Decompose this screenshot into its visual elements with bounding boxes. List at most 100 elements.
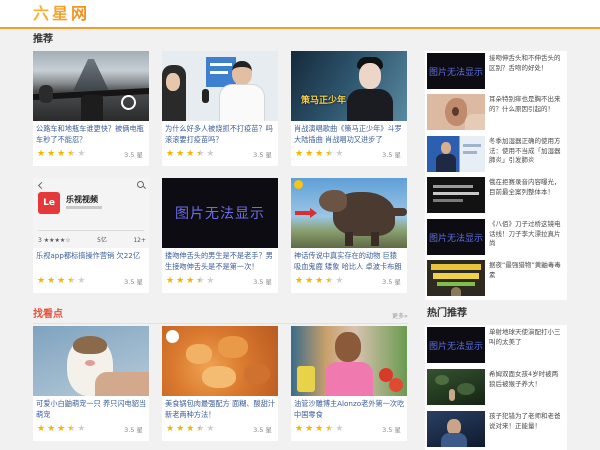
video-title-link[interactable]: 为什么好多人被烧抓不打疫苗？吗滚滚要打疫苗吗？ [165, 124, 276, 145]
sidebar-item-title[interactable]: 冬季加湿器正确的使用方法：使用不当成「加湿器肺炎」引发肺炎 [489, 137, 564, 171]
image-detail [457, 383, 475, 395]
star-icon: ★ [196, 276, 205, 286]
section-title-hot: 热门推荐 [427, 308, 467, 319]
sidebar-item-title[interactable]: 《八佰》刀子过桥这镜电话线！刀子李大漂拉真片尚 [489, 220, 564, 254]
sidebar-item-title[interactable]: 希姆双面女孩4岁时被两狼后被猴子养大！ [489, 370, 564, 404]
image-detail [220, 85, 264, 121]
image-detail [433, 199, 463, 202]
back-arrow-icon [37, 181, 46, 190]
video-thumbnail[interactable] [427, 94, 485, 130]
video-thumbnail[interactable] [162, 326, 278, 396]
sidebar-video-item[interactable]: 俄在拒赛录音内容曝光，目前最全案列整体本！ [427, 177, 565, 213]
app-logo: Le [38, 192, 60, 214]
rating-label: 3.5 星 [124, 278, 143, 286]
video-title-link[interactable]: 神话传说中真实存在的动物 巨猿 吸血鬼鹿 矮象 哈比人 卓波卡布朗 [294, 251, 405, 272]
star-icon: ★ [295, 149, 304, 159]
app-name: 乐视视频 [66, 195, 98, 204]
star-icon: ★ [305, 424, 314, 434]
sidebar-video-item[interactable]: 耳朵特别痒也是胸不出来的？什么原因引起的！ [427, 94, 565, 130]
video-thumbnail[interactable] [291, 178, 407, 248]
app-installs: 5亿 [97, 237, 107, 244]
video-thumbnail[interactable]: 图片无法显示 [162, 178, 278, 248]
image-detail [437, 282, 475, 286]
video-card[interactable]: 公路车和地瓶车谁更快？被俩电瓶车秒了不能忍？ ★ ★ ★ ★ ★ 3.5 星 [33, 51, 149, 166]
image-detail [449, 389, 455, 401]
video-card[interactable]: 策马正少年 肖战演唱歌曲《策马正少年》斗罗大陆插曲 肖战唱功又进步了 ★ ★ ★ ★ ★… [291, 51, 407, 166]
video-thumbnail[interactable] [427, 136, 485, 172]
more-link[interactable]: 更多» [392, 313, 408, 321]
video-thumbnail[interactable] [427, 177, 485, 213]
star-rating: ★ ★ ★ ★ ★ [166, 424, 216, 434]
image-detail [431, 264, 481, 270]
video-title-link[interactable]: 乐视app都标搞操作营销 欠22亿 [36, 251, 147, 272]
video-card[interactable]: Le 乐视视频 3 ★★★★☆ 5亿 12+ 乐视app都标搞操作营销 欠22亿… [33, 178, 149, 293]
star-icon: ★ [47, 424, 56, 434]
star-icon: ★ [335, 424, 344, 434]
sidebar-item-title[interactable]: 据夜“最强猎物”黄鼬毒毒素 [489, 261, 564, 295]
video-thumbnail[interactable]: 图片无法显示 [427, 53, 485, 89]
sidebar-video-item[interactable]: 希姆双面女孩4岁时被两狼后被猴子养大！ [427, 369, 565, 405]
star-icon: ★ [37, 276, 46, 286]
star-icon: ★ [166, 149, 175, 159]
video-thumbnail[interactable] [427, 369, 485, 405]
sidebar-video-item[interactable]: 图片无法显示 单射地球天使演配打小三叫的太美了 [427, 327, 565, 363]
video-thumbnail[interactable] [291, 326, 407, 396]
image-detail [39, 85, 53, 103]
video-title-link[interactable]: 搂吻伸舌头的男生是不是老手？男生接吻伸舌头是不是第一次！ [165, 251, 276, 272]
video-card[interactable]: 油管沙雕博主Alonzo老外第一次吃中国零食 ★ ★ ★ ★ ★ 3.5 星 [291, 326, 407, 441]
video-thumbnail[interactable] [33, 326, 149, 396]
video-card[interactable]: 神话传说中真实存在的动物 巨猿 吸血鬼鹿 矮象 哈比人 卓波卡布朗 ★ ★ ★ ★ ★ … [291, 178, 407, 293]
video-card[interactable]: 美食锅包肉最强配方 面糊、酸甜汁 新老两种方法！ ★ ★ ★ ★ ★ 3.5 星 [162, 326, 278, 441]
image-detail [463, 151, 477, 154]
image-detail [81, 95, 103, 121]
app-stats: 3 ★★★★☆ 5亿 12+ [38, 237, 146, 245]
sidebar-item-title[interactable]: 耳朵特别痒也是胸不出来的？什么原因引起的！ [489, 95, 564, 129]
arrow-head-icon [310, 208, 317, 218]
image-detail [463, 144, 481, 147]
star-icon: ★ [67, 424, 76, 434]
section-title-highlights: 找看点 [33, 309, 63, 320]
video-title-link[interactable]: 公路车和地瓶车谁更快？被俩电瓶车秒了不能忍？ [36, 124, 147, 145]
site-logo[interactable]: 六星网 [33, 5, 90, 23]
video-title-link[interactable]: 可爱小白鼬萌宠一只 养只闪电貂当萌宠 [36, 399, 147, 420]
video-thumbnail[interactable] [427, 411, 485, 447]
video-card[interactable]: 可爱小白鼬萌宠一只 养只闪电貂当萌宠 ★ ★ ★ ★ ★ 3.5 星 [33, 326, 149, 441]
sidebar-video-item[interactable]: 孩子犯错为了老师和老爸说对来！正能量！ [427, 411, 565, 447]
star-rating: ★ ★ ★ ★ ★ [37, 424, 87, 434]
sidebar-video-item[interactable]: 据夜“最强猎物”黄鼬毒毒素 [427, 260, 565, 296]
star-icon: ★ [37, 424, 46, 434]
star-rating: ★ ★ ★ ★ ★ [295, 276, 345, 286]
site-header: 六星网 [0, 0, 600, 29]
video-title-link[interactable]: 油管沙雕博主Alonzo老外第一次吃中国零食 [294, 399, 405, 420]
sidebar-item-title[interactable]: 单射地球天使演配打小三叫的太美了 [489, 328, 564, 362]
sidebar-video-item[interactable]: 图片无法显示 《八佰》刀子过桥这镜电话线！刀子李大漂拉真片尚 [427, 219, 565, 255]
video-title-link[interactable]: 美食锅包肉最强配方 面糊、酸甜汁 新老两种方法！ [165, 399, 276, 420]
sidebar-video-item[interactable]: 冬季加湿器正确的使用方法：使用不当成「加湿器肺炎」引发肺炎 [427, 136, 565, 172]
video-thumbnail[interactable]: 策马正少年 [291, 51, 407, 121]
image-detail [345, 232, 353, 246]
rating-label: 3.5 星 [124, 426, 143, 434]
image-detail [319, 190, 347, 212]
video-thumbnail[interactable]: Le 乐视视频 3 ★★★★☆ 5亿 12+ [33, 178, 149, 248]
sidebar-item-title[interactable]: 孩子犯错为了老师和老爸说对来！正能量！ [489, 412, 564, 446]
image-detail [433, 273, 479, 279]
video-card[interactable]: 图片无法显示 搂吻伸舌头的男生是不是老手？男生接吻伸舌头是不是第一次！ ★ ★ ★ ★… [162, 178, 278, 293]
video-thumbnail[interactable] [33, 51, 149, 121]
video-title-link[interactable]: 肖战演唱歌曲《策马正少年》斗罗大陆插曲 肖战唱功又进步了 [294, 124, 405, 145]
sidebar-video-item[interactable]: 图片无法显示 接吻伸舌头和不伸舌头的区别？舌吻的好处！ [427, 53, 565, 89]
channel-logo-icon [166, 330, 179, 343]
video-card[interactable]: 为什么好多人被烧抓不打疫苗？吗滚滚要打疫苗吗？ ★ ★ ★ ★ ★ 3.5 星 [162, 51, 278, 166]
star-icon: ★ [335, 149, 344, 159]
sidebar-item-title[interactable]: 接吻伸舌头和不伸舌头的区别？舌吻的好处！ [489, 54, 564, 88]
video-thumbnail[interactable]: 图片无法显示 [427, 327, 485, 363]
image-unavailable-text: 图片无法显示 [428, 341, 483, 352]
star-icon: ★ [186, 149, 195, 159]
video-thumbnail[interactable] [427, 260, 485, 296]
star-icon: ★ [335, 276, 344, 286]
star-icon: ★ [196, 149, 205, 159]
video-thumbnail[interactable]: 图片无法显示 [427, 219, 485, 255]
star-icon: ★ [47, 149, 56, 159]
video-thumbnail[interactable] [162, 51, 278, 121]
sidebar-item-title[interactable]: 俄在拒赛录音内容曝光，目前最全案列整体本！ [489, 178, 564, 212]
star-icon: ★ [186, 276, 195, 286]
